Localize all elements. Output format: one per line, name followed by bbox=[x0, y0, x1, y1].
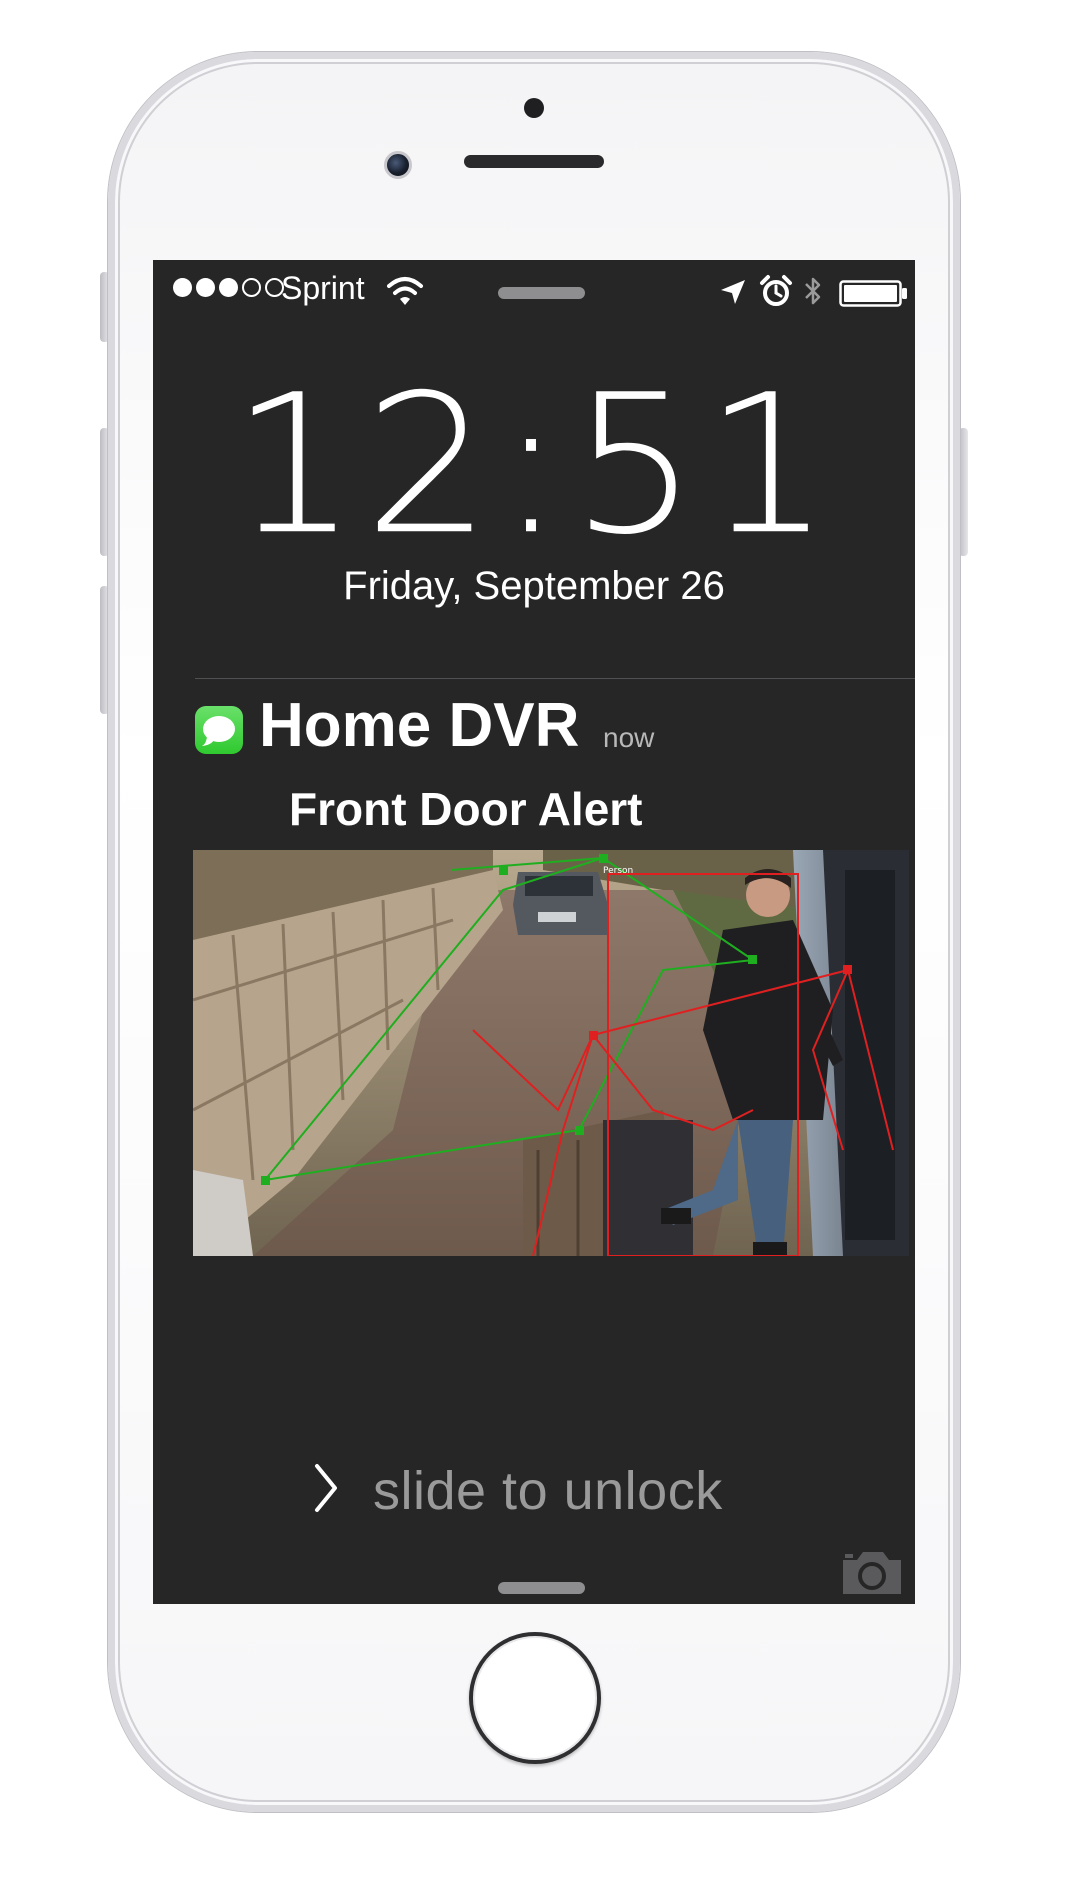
lock-screen: Sprint 12:51 Friday, September 26 Home D… bbox=[153, 260, 915, 1604]
front-camera bbox=[384, 151, 412, 179]
signal-dot bbox=[196, 278, 215, 297]
carrier-name: Sprint bbox=[281, 270, 365, 306]
messages-icon bbox=[195, 706, 243, 754]
camera-snapshot[interactable]: Person bbox=[193, 850, 909, 1256]
earpiece-speaker bbox=[464, 155, 604, 168]
slide-to-unlock[interactable]: slide to unlock bbox=[373, 1460, 723, 1522]
notification-app-name: Home DVR bbox=[259, 691, 580, 760]
notification-time: now bbox=[603, 722, 655, 753]
camera-icon[interactable] bbox=[839, 1546, 905, 1598]
person-detection-tag: Person bbox=[603, 866, 634, 876]
status-bar: Sprint bbox=[153, 260, 915, 320]
lock-clock: 12:51 bbox=[230, 353, 838, 578]
proximity-sensor bbox=[524, 98, 544, 118]
notification-body[interactable]: Front Door Alert bbox=[289, 782, 643, 836]
wifi-icon bbox=[387, 277, 423, 305]
notification-center-grabber[interactable] bbox=[498, 287, 585, 299]
bluetooth-icon bbox=[805, 277, 821, 305]
location-icon bbox=[721, 280, 745, 304]
signal-dot bbox=[242, 278, 261, 297]
stage: Sprint 12:51 Friday, September 26 Home D… bbox=[0, 0, 1082, 1882]
battery-icon bbox=[839, 280, 907, 307]
divider bbox=[195, 678, 915, 679]
alarm-icon bbox=[760, 275, 792, 306]
home-button[interactable] bbox=[469, 1632, 601, 1764]
lock-date: Friday, September 26 bbox=[343, 564, 725, 608]
signal-strength-icon bbox=[173, 278, 284, 297]
signal-dot bbox=[173, 278, 192, 297]
chevron-right-icon bbox=[315, 1464, 337, 1512]
signal-dot bbox=[219, 278, 238, 297]
control-center-grabber[interactable] bbox=[498, 1582, 585, 1594]
power-button[interactable] bbox=[959, 428, 968, 556]
